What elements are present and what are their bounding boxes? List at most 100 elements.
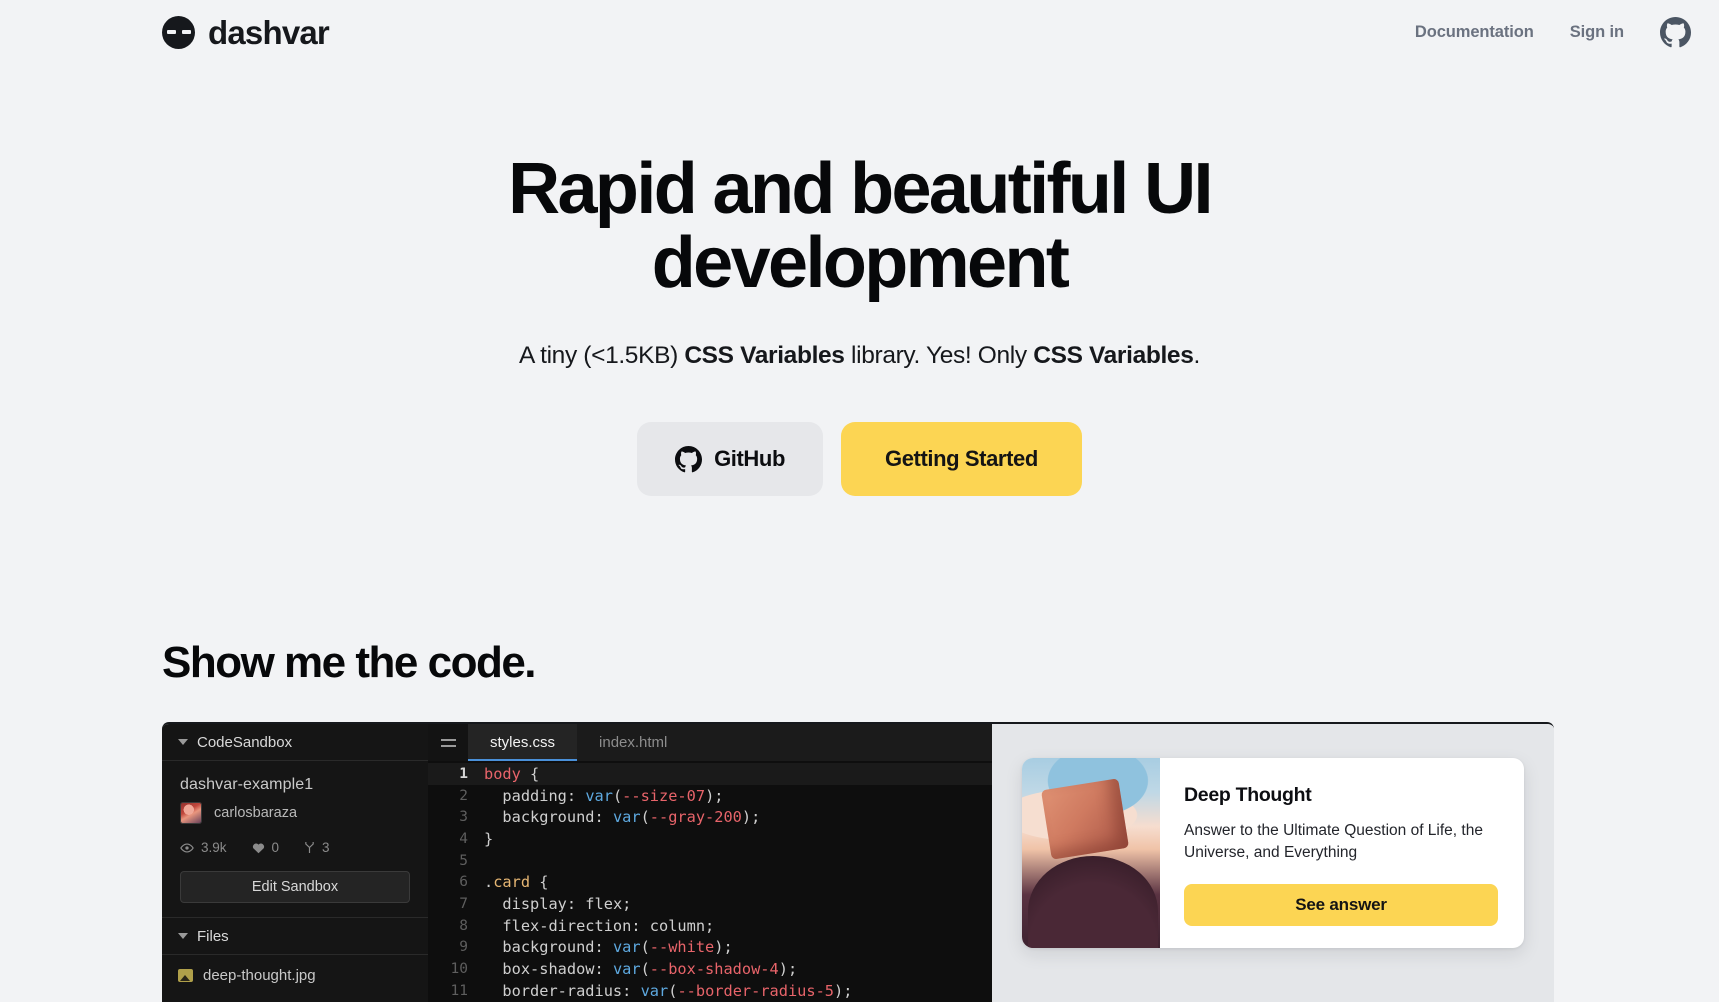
chevron-down-icon: [178, 933, 188, 939]
line-number: 9: [428, 939, 484, 955]
line-number: 5: [428, 853, 484, 869]
author-username: carlosbaraza: [214, 805, 297, 821]
preview-pane: Deep Thought Answer to the Ultimate Ques…: [992, 724, 1554, 1002]
github-button-label: GitHub: [714, 446, 785, 472]
code-token: body: [484, 765, 521, 783]
heart-icon: [252, 842, 265, 854]
page-title: Rapid and beautiful UI development: [380, 152, 1340, 300]
code-token: );: [742, 808, 760, 826]
github-icon: [675, 446, 702, 473]
sandbox-panel-header[interactable]: CodeSandbox: [162, 724, 428, 761]
code-token: :: [595, 938, 613, 956]
section-heading-code: Show me the code.: [162, 638, 535, 688]
stat-forks: 3: [304, 840, 330, 855]
code-token: : column;: [631, 917, 714, 935]
code-line: 7 display: flex;: [428, 893, 992, 915]
code-token: padding: [484, 787, 567, 805]
code-line: 9 background: var(--white);: [428, 937, 992, 959]
project-name: dashvar-example1: [180, 776, 410, 794]
sandbox-panel-title: CodeSandbox: [197, 734, 292, 751]
line-number: 1: [428, 766, 484, 782]
code-token: :: [567, 787, 585, 805]
sandbox-sidebar: CodeSandbox dashvar-example1 carlosbaraz…: [162, 724, 428, 1002]
code-line-source: }: [484, 830, 493, 848]
code-token: var: [585, 787, 613, 805]
hero-subtitle-strong: CSS Variables: [684, 342, 844, 369]
file-name: deep-thought.jpg: [203, 967, 316, 984]
hero-cta-group: GitHub Getting Started: [0, 422, 1719, 496]
getting-started-button[interactable]: Getting Started: [841, 422, 1082, 496]
code-token: (: [613, 787, 622, 805]
hero-subtitle: A tiny (<1.5KB) CSS Variables library. Y…: [0, 342, 1719, 370]
preview-card: Deep Thought Answer to the Ultimate Ques…: [1022, 758, 1524, 948]
code-token: );: [779, 960, 797, 978]
code-line: 3 background: var(--gray-200);: [428, 806, 992, 828]
sandbox-project-info: dashvar-example1 carlosbaraza 3.9k: [162, 761, 428, 918]
files-section-header[interactable]: Files: [162, 918, 428, 955]
code-token: (: [641, 960, 650, 978]
hero-subtitle-text: A tiny (<1.5KB): [519, 342, 684, 369]
code-token: --size-07: [622, 787, 705, 805]
code-line-source: padding: var(--size-07);: [484, 787, 723, 805]
code-token: :: [622, 982, 640, 1000]
preview-card-title: Deep Thought: [1184, 784, 1498, 807]
code-token: :: [595, 808, 613, 826]
line-number: 7: [428, 896, 484, 912]
top-navigation: dashvar Documentation Sign in: [0, 0, 1719, 64]
hero-section: Rapid and beautiful UI development A tin…: [0, 64, 1719, 496]
brand-logo-link[interactable]: dashvar: [162, 16, 329, 49]
code-token: background: [484, 938, 595, 956]
code-line-source: flex-direction: column;: [484, 917, 714, 935]
line-number: 6: [428, 874, 484, 890]
tab-index-html[interactable]: index.html: [577, 724, 689, 761]
forks-count: 3: [322, 840, 330, 855]
getting-started-label: Getting Started: [885, 446, 1038, 472]
github-button[interactable]: GitHub: [637, 422, 823, 496]
code-token: box-shadow: [484, 960, 595, 978]
code-content[interactable]: 1body {2 padding: var(--size-07);3 backg…: [428, 761, 992, 1002]
code-token: --box-shadow-4: [650, 960, 779, 978]
code-token: );: [714, 938, 732, 956]
code-token: --gray-200: [650, 808, 742, 826]
line-number: 8: [428, 918, 484, 934]
dashvar-logo-icon: [162, 16, 195, 49]
nav-link-sign-in[interactable]: Sign in: [1570, 23, 1624, 42]
code-line-source: background: var(--white);: [484, 938, 733, 956]
file-list-item[interactable]: deep-thought.jpg: [162, 955, 428, 984]
code-line-source: border-radius: var(--border-radius-5);: [484, 982, 852, 1000]
code-token: --border-radius-5: [677, 982, 834, 1000]
github-icon[interactable]: [1660, 17, 1691, 48]
code-line: 10 box-shadow: var(--box-shadow-4);: [428, 958, 992, 980]
hero-subtitle-text: library. Yes! Only: [845, 342, 1034, 369]
code-token: );: [834, 982, 852, 1000]
code-line: 2 padding: var(--size-07);: [428, 785, 992, 807]
edit-sandbox-button[interactable]: Edit Sandbox: [180, 871, 410, 903]
codesandbox-embed: CodeSandbox dashvar-example1 carlosbaraz…: [162, 722, 1554, 1002]
hero-subtitle-strong: CSS Variables: [1033, 342, 1193, 369]
project-author: carlosbaraza: [180, 802, 410, 824]
line-number: 11: [428, 983, 484, 999]
preview-card-text: Answer to the Ultimate Question of Life,…: [1184, 820, 1498, 864]
code-token: .: [484, 873, 493, 891]
code-line-source: background: var(--gray-200);: [484, 808, 760, 826]
image-file-icon: [178, 969, 193, 982]
code-token: :: [595, 960, 613, 978]
code-line: 11 border-radius: var(--border-radius-5)…: [428, 980, 992, 1002]
see-answer-button[interactable]: See answer: [1184, 884, 1498, 926]
code-line-source: display: flex;: [484, 895, 631, 913]
stat-likes: 0: [252, 840, 280, 855]
code-line: 5: [428, 850, 992, 872]
nav-link-documentation[interactable]: Documentation: [1415, 23, 1534, 42]
code-line: 8 flex-direction: column;: [428, 915, 992, 937]
tab-styles-css[interactable]: styles.css: [468, 724, 577, 761]
code-token: card: [493, 873, 530, 891]
editor-tab-bar: styles.css index.html: [428, 724, 992, 761]
code-editor: styles.css index.html 1body {2 padding: …: [428, 724, 992, 1002]
hamburger-menu-icon[interactable]: [428, 724, 468, 761]
line-number: 2: [428, 788, 484, 804]
preview-card-body: Deep Thought Answer to the Ultimate Ques…: [1160, 758, 1524, 948]
deep-thought-illustration: [1022, 758, 1160, 948]
likes-count: 0: [272, 840, 280, 855]
line-number: 3: [428, 809, 484, 825]
brand-name: dashvar: [208, 16, 329, 49]
